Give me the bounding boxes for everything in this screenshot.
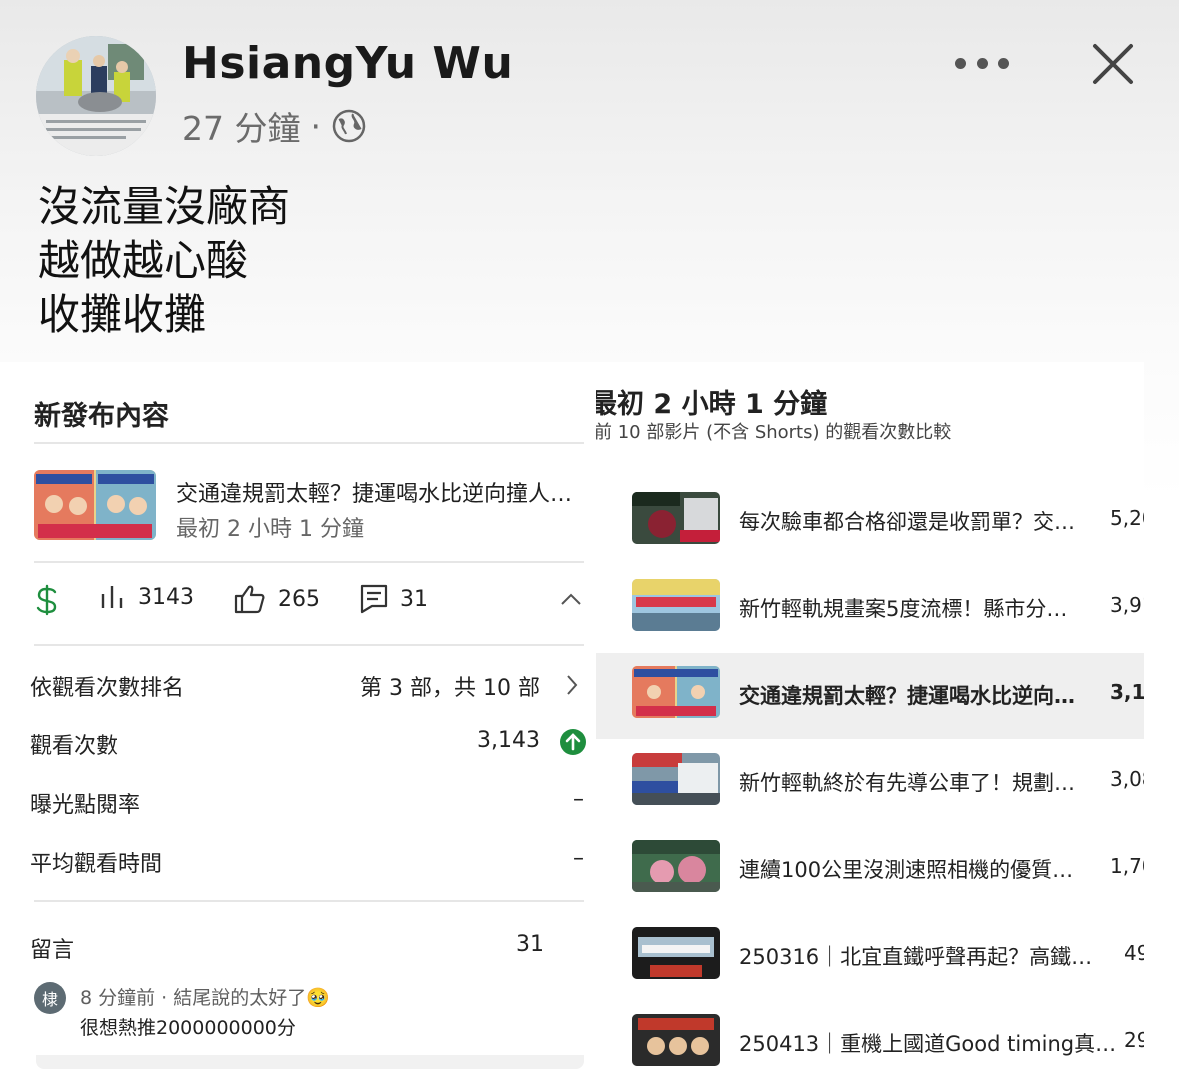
- author-avatar[interactable]: [36, 36, 156, 156]
- video-title: 每次驗車都合格卻還是收罰單？交…: [739, 510, 1075, 534]
- video-thumbnail: [632, 753, 720, 805]
- analytics-panel-left: 新發布內容 交通違規罰太輕？捷運喝水比逆向撞人… 最初 2 小時 1 分鐘 31…: [0, 362, 596, 1084]
- video-views: 3,91: [1110, 593, 1144, 617]
- video-thumbnail: [632, 1014, 720, 1066]
- revenue-stat[interactable]: [34, 584, 60, 616]
- comparison-title: 最初 2 小時 1 分鐘: [596, 389, 828, 420]
- stats-bar: 3143 265 31: [34, 584, 594, 624]
- video-views: 3,14: [1110, 680, 1144, 704]
- post-body-text: 沒流量沒廠商 越做越心酸 收攤收攤: [38, 182, 291, 339]
- thumbs-up-icon: [234, 585, 265, 614]
- avatar-photo: [36, 36, 156, 156]
- video-views: 1,70: [1110, 854, 1144, 878]
- rank-label: 依觀看次數排名: [30, 676, 185, 701]
- analytics-panel-right: 最初 2 小時 1 分鐘 前 10 部影片 (不含 Shorts) 的觀看次數比…: [596, 362, 1144, 1084]
- video-thumbnail: [632, 840, 720, 892]
- divider: [34, 442, 584, 444]
- video-views: 5,20: [1110, 506, 1144, 530]
- meta-separator: ·: [310, 106, 321, 146]
- video-row[interactable]: 每次驗車都合格卻還是收罰單？交… 5,20: [596, 479, 1144, 565]
- arrow-up-icon: [560, 729, 586, 755]
- rank-value[interactable]: 第 3 部，共 10 部: [360, 670, 540, 702]
- video-views: 3,08: [1110, 767, 1144, 791]
- video-title: 新竹輕軌終於有先導公車了！規劃…: [739, 771, 1075, 795]
- views-stat[interactable]: 3143: [100, 584, 194, 610]
- avg-watch-label: 平均觀看時間: [30, 852, 163, 877]
- video-title: 新竹輕軌規畫案5度流標！縣市分…: [739, 597, 1068, 621]
- video-thumbnail[interactable]: [34, 470, 156, 540]
- chevron-right-icon[interactable]: [565, 674, 579, 696]
- video-subtitle: 最初 2 小時 1 分鐘: [176, 517, 364, 542]
- author-name[interactable]: HsiangYu Wu: [182, 38, 513, 89]
- video-title: 250413｜重機上國道Good timing真…: [739, 1032, 1117, 1056]
- video-views: 29: [1124, 1028, 1144, 1052]
- ctr-value: –: [573, 787, 584, 812]
- comment-icon: [360, 584, 388, 614]
- video-row[interactable]: 250316｜北宜直鐵呼聲再起？高鐵… 49: [596, 914, 1144, 1000]
- dollar-icon: [36, 584, 57, 616]
- video-title: 250316｜北宜直鐵呼聲再起？高鐵…: [739, 945, 1093, 969]
- video-thumbnail: [632, 927, 720, 979]
- divider: [34, 644, 584, 646]
- comparison-subtitle: 前 10 部影片 (不含 Shorts) 的觀看次數比較: [596, 422, 952, 443]
- video-views: 49: [1124, 941, 1144, 965]
- video-thumbnail: [632, 579, 720, 631]
- panel-title: 新發布內容: [34, 401, 169, 432]
- comments-section-count: 31: [516, 932, 544, 957]
- video-row-current[interactable]: 交通違規罰太輕？捷運喝水比逆向… 3,14: [596, 653, 1144, 739]
- close-icon[interactable]: [1089, 40, 1137, 88]
- divider: [34, 900, 584, 902]
- ctr-label: 曝光點閱率: [30, 793, 141, 818]
- likes-count: 265: [278, 586, 320, 612]
- globe-icon[interactable]: [331, 108, 367, 144]
- views-count: 3143: [138, 584, 194, 610]
- post-time[interactable]: 27 分鐘: [182, 102, 300, 150]
- video-thumbnail: [632, 666, 720, 718]
- card-bottom-edge: [36, 1055, 584, 1069]
- comments-count: 31: [400, 586, 428, 612]
- video-row[interactable]: 250413｜重機上國道Good timing真… 29: [596, 1001, 1144, 1084]
- post-meta: 27 分鐘 ·: [182, 102, 367, 150]
- views-value: 3,143: [477, 728, 540, 753]
- video-row[interactable]: 連續100公里沒測速照相機的優質… 1,70: [596, 827, 1144, 913]
- likes-stat[interactable]: 265: [234, 584, 320, 614]
- video-title[interactable]: 交通違規罰太輕？捷運喝水比逆向撞人…: [176, 476, 572, 508]
- commenter-avatar[interactable]: 棣: [34, 982, 66, 1014]
- video-row[interactable]: 新竹輕軌終於有先導公車了！規劃… 3,08: [596, 740, 1144, 826]
- video-title: 交通違規罰太輕？捷運喝水比逆向…: [739, 684, 1075, 708]
- bar-chart-icon: [101, 586, 123, 608]
- views-label: 觀看次數: [30, 734, 119, 759]
- video-thumbnail: [632, 492, 720, 544]
- comments-section-label: 留言: [30, 938, 75, 963]
- comment-text: 很想熱推2000000000分: [80, 1017, 296, 1039]
- video-title: 連續100公里沒測速照相機的優質…: [739, 858, 1074, 882]
- avg-watch-value: –: [573, 846, 584, 871]
- comment-meta: 8 分鐘前 · 結尾說的太好了🥹: [80, 987, 330, 1009]
- more-icon[interactable]: [955, 50, 1009, 76]
- chevron-up-icon[interactable]: [560, 592, 582, 606]
- comments-stat[interactable]: 31: [360, 584, 428, 614]
- video-row[interactable]: 新竹輕軌規畫案5度流標！縣市分… 3,91: [596, 566, 1144, 652]
- divider: [34, 561, 584, 563]
